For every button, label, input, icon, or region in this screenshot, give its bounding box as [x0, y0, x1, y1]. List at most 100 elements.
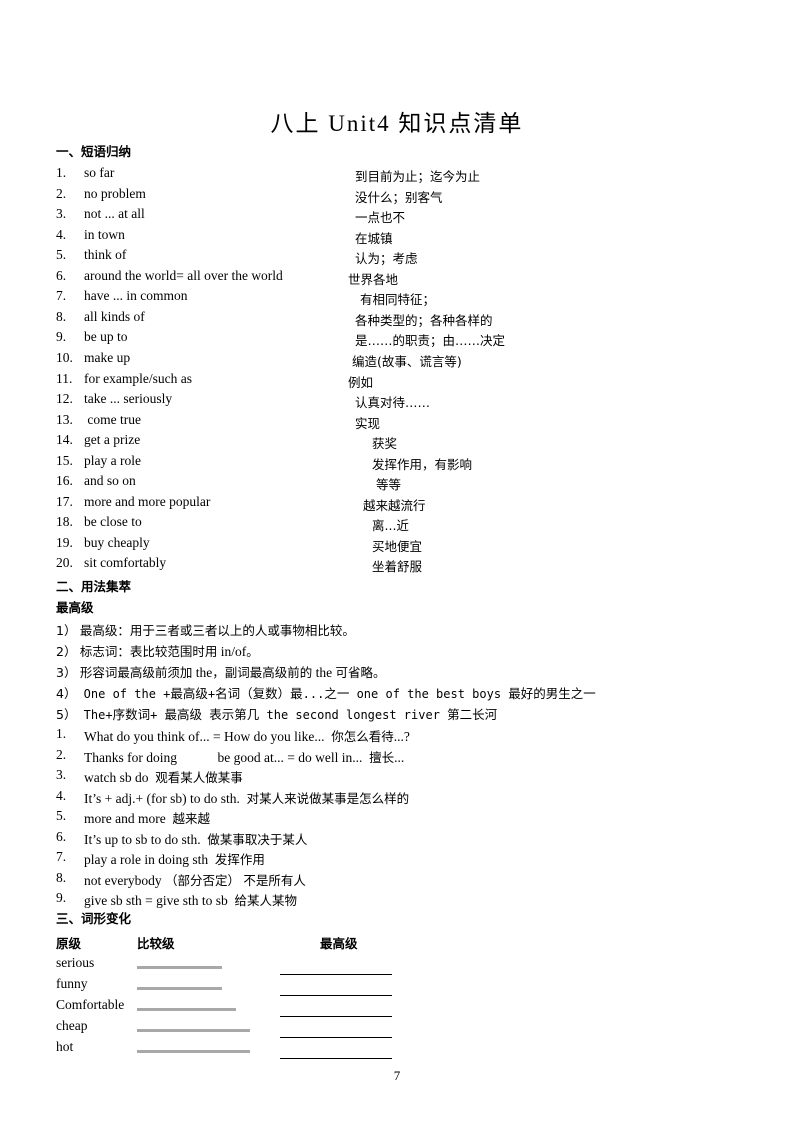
phrase-number: 14.	[56, 432, 73, 448]
phrase-english: for example/such as	[84, 370, 192, 386]
column-header-comparative: 比较级	[137, 936, 175, 951]
phrase-row: 6. around the world= all over the world 世界…	[56, 268, 756, 289]
phrase-chinese: 没什么；别客气	[355, 189, 443, 205]
phrase-row: 14. get a prize 获奖	[56, 432, 756, 453]
phrase-row: 13. come true 实现	[56, 412, 756, 433]
phrase-number: 13.	[56, 411, 73, 427]
superlative-rule: 4） One of the +最高级+名词（复数）最...之一 one of t…	[56, 686, 596, 701]
phrase-number: 11.	[56, 370, 73, 386]
phrase-number: 8.	[56, 308, 67, 324]
column-header-positive: 原级	[56, 936, 82, 951]
document-page: 八上 Unit4 知识点清单 一、短语归纳 1. so far 到目前为止；迄今为止…	[0, 0, 794, 1123]
usage-number: 5.	[56, 808, 67, 824]
phrase-number: 19.	[56, 534, 73, 550]
phrase-row: 12. take ... seriously 认真对待……	[56, 391, 756, 412]
phrase-chinese: 编造(故事、谎言等)	[352, 353, 462, 369]
phrase-number: 18.	[56, 514, 73, 530]
usage-text: Thanks for doing be good at... = do well…	[84, 749, 405, 765]
phrase-row: 20. sit comfortably 坐着舒服	[56, 555, 756, 576]
usage-number: 8.	[56, 869, 67, 885]
column-header-superlative: 最高级	[320, 936, 358, 951]
phrase-number: 17.	[56, 493, 73, 509]
phrase-english: so far	[84, 165, 115, 180]
phrase-row: 8. all kinds of 各种类型的；各种各样的	[56, 309, 756, 330]
phrase-number: 9.	[56, 329, 67, 345]
usage-number: 2.	[56, 746, 67, 762]
phrase-english: sit comfortably	[84, 555, 167, 571]
usage-text: give sb sth = give sth to sb 给某人某物	[84, 893, 298, 909]
section-2-subheading: 最高级	[56, 600, 94, 615]
phrase-chinese: 是……的职责；由……决定	[355, 333, 506, 349]
phrase-row: 19. buy cheaply 买地便宜	[56, 535, 756, 556]
phrase-number: 15.	[56, 452, 73, 468]
phrase-chinese: 到目前为止；迄今为止	[355, 169, 481, 184]
phrase-chinese: 一点也不	[355, 210, 406, 226]
usage-text: not everybody （部分否定） 不是所有人	[84, 872, 306, 888]
phrase-english: not ... at all	[84, 206, 145, 222]
usage-number: 6.	[56, 828, 67, 844]
word-form-positive: hot	[56, 1039, 74, 1054]
phrase-english: come true	[84, 411, 141, 427]
usage-number: 7.	[56, 849, 67, 865]
comparative-blank[interactable]	[137, 987, 222, 990]
phrase-row: 4. in town 在城镇	[56, 227, 756, 248]
usage-text: play a role in doing sth 发挥作用	[84, 852, 265, 868]
phrase-chinese: 例如	[348, 374, 374, 390]
usage-number: 1.	[56, 726, 67, 741]
phrase-english: play a role	[84, 452, 141, 468]
page-number: 7	[393, 1068, 401, 1083]
phrase-english: get a prize	[84, 432, 141, 448]
superlative-rule: 5） The+序数词+ 最高级 表示第几 the second longest …	[56, 707, 498, 722]
word-form-positive: Comfortable	[56, 997, 125, 1012]
phrase-english: think of	[84, 247, 127, 263]
phrase-english: and so on	[84, 473, 136, 489]
superlative-blank[interactable]	[280, 995, 392, 996]
superlative-blank[interactable]	[280, 1058, 392, 1059]
phrase-chinese: 买地便宜	[372, 538, 423, 554]
phrase-number: 6.	[56, 267, 67, 283]
phrase-english: make up	[84, 349, 131, 365]
section-2-heading: 二、用法集萃	[56, 579, 132, 594]
phrase-row: 10. make up 编造(故事、谎言等)	[56, 350, 756, 371]
phrase-number: 10.	[56, 349, 73, 365]
phrase-english: have ... in common	[84, 288, 188, 304]
phrase-english: in town	[84, 226, 125, 242]
superlative-blank[interactable]	[280, 1016, 392, 1017]
word-form-positive: serious	[56, 955, 95, 970]
phrase-chinese: 在城镇	[355, 230, 393, 246]
comparative-blank[interactable]	[137, 966, 222, 969]
comparative-blank[interactable]	[137, 1008, 236, 1011]
phrase-chinese: 越来越流行	[363, 497, 426, 513]
phrase-number: 20.	[56, 555, 73, 571]
phrase-row: 17. more and more popular 越来越流行	[56, 494, 756, 515]
phrase-english: all kinds of	[84, 308, 145, 324]
usage-number: 9.	[56, 890, 67, 906]
phrase-english: be close to	[84, 514, 142, 530]
superlative-blank[interactable]	[280, 1037, 392, 1038]
phrase-english: more and more popular	[84, 493, 211, 509]
page-title: 八上 Unit4 知识点清单	[270, 111, 524, 136]
usage-number: 4.	[56, 787, 67, 803]
phrase-row: 9. be up to 是……的职责；由……决定	[56, 329, 756, 350]
usage-text: more and more 越来越	[84, 811, 210, 827]
usage-text: watch sb do 观看某人做某事	[84, 770, 243, 786]
superlative-blank[interactable]	[280, 974, 392, 975]
phrase-chinese: 坐着舒服	[372, 559, 423, 575]
phrase-number: 3.	[56, 206, 67, 222]
phrase-row: 18. be close to 离...近	[56, 514, 756, 535]
comparative-blank[interactable]	[137, 1029, 250, 1032]
superlative-rule: 2） 标志词：表比较范围时用 in/of。	[56, 644, 259, 659]
phrase-english: buy cheaply	[84, 534, 150, 550]
phrase-number: 4.	[56, 226, 67, 242]
phrase-row: 16. and so on 等等	[56, 473, 756, 494]
phrase-chinese: 认为；考虑	[355, 251, 418, 267]
phrase-english: be up to	[84, 329, 128, 345]
phrase-number: 2.	[56, 185, 67, 201]
comparative-blank[interactable]	[137, 1050, 250, 1053]
phrase-english: no problem	[84, 185, 146, 201]
phrase-row: 3. not ... at all 一点也不	[56, 206, 756, 227]
usage-text: What do you think of... = How do you lik…	[84, 729, 410, 744]
superlative-rule: 3） 形容词最高级前须加 the，副词最高级前的 the 可省略。	[56, 665, 386, 680]
phrase-number: 1.	[56, 165, 67, 180]
phrase-chinese: 认真对待……	[355, 395, 431, 411]
